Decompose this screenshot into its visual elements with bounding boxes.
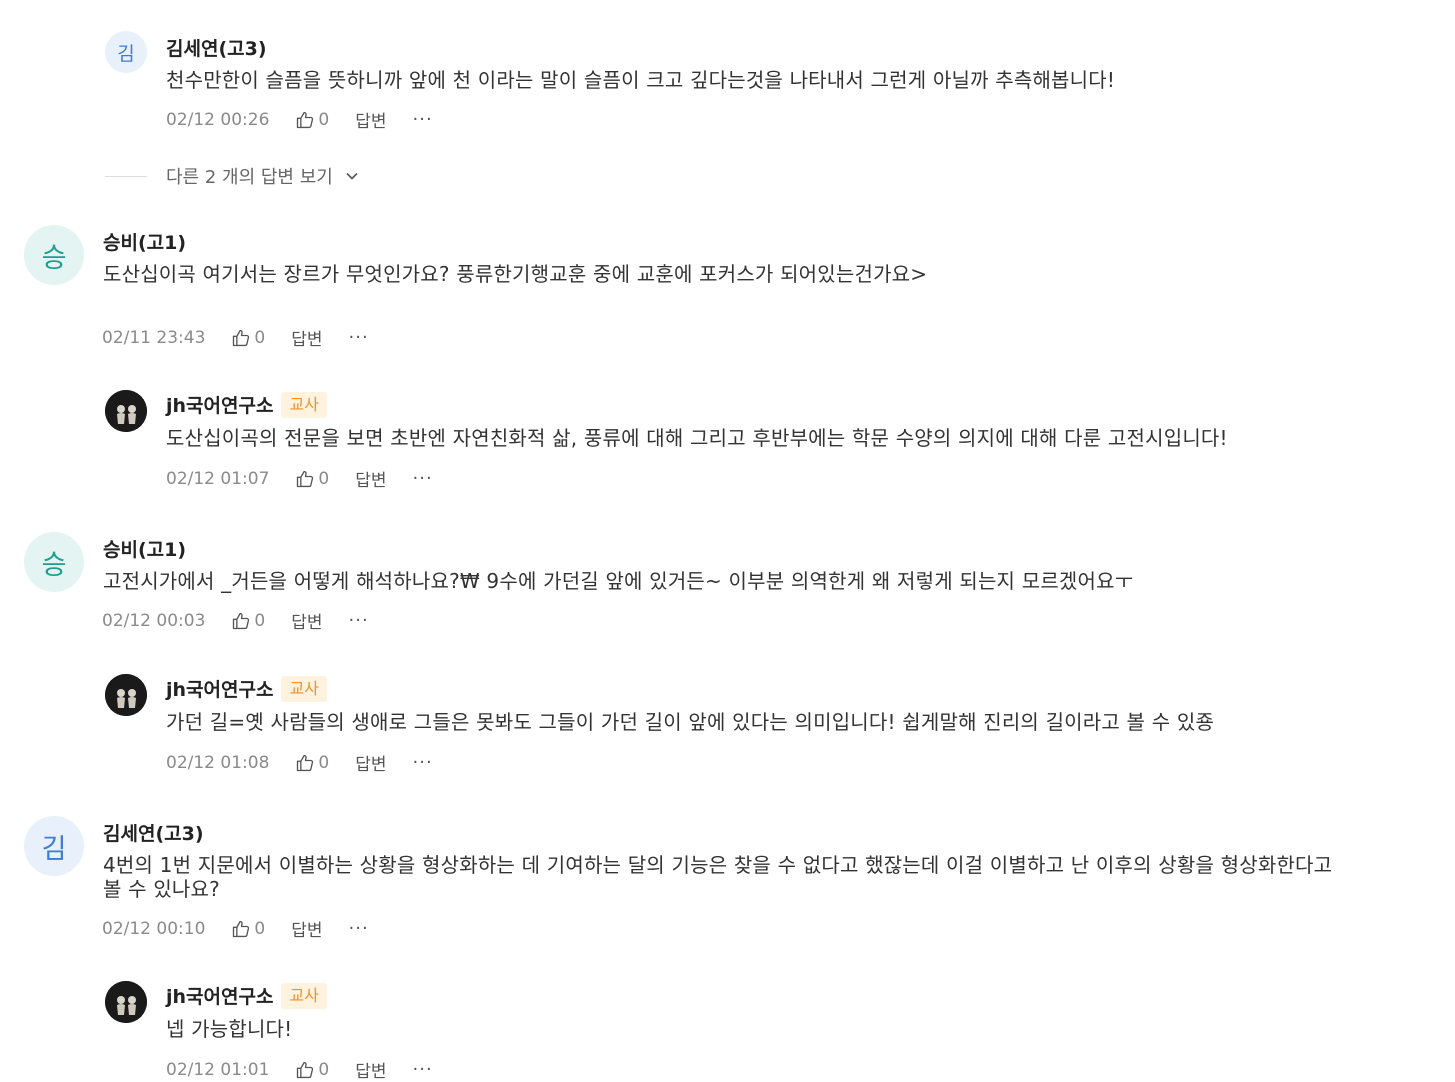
avatar[interactable]: 김 <box>105 31 147 73</box>
comment-text: 도산십이곡 여기서는 장르가 무엇인가요? 풍류한기행교훈 중에 교훈에 포커스… <box>103 262 928 286</box>
avatar[interactable]: 승 <box>24 225 84 285</box>
comment-date: 02/11 23:43 <box>102 327 206 348</box>
comment-date: 02/12 00:26 <box>166 109 270 130</box>
comment-date: 02/12 01:07 <box>166 468 270 489</box>
like-button[interactable]: 0 <box>231 611 265 631</box>
more-options-button[interactable]: ··· <box>349 610 369 631</box>
like-button[interactable]: 0 <box>231 919 265 939</box>
comment-text: 천수만한이 슬픔을 뜻하니까 앞에 천 이라는 말이 슬픔이 크고 깊다는것을 … <box>166 68 1116 92</box>
profile-photo-icon <box>105 390 147 432</box>
author-name[interactable]: 승비(고1) <box>103 228 186 255</box>
thumbs-up-icon <box>297 470 314 487</box>
like-button[interactable]: 0 <box>231 328 265 348</box>
more-options-button[interactable]: ··· <box>413 468 433 489</box>
comment-meta: 02/12 00:26 0 답변 ··· <box>166 107 433 132</box>
comment-meta: 02/12 01:07 0 답변 ··· <box>166 466 433 491</box>
comment-meta: 02/12 00:10 0 답변 ··· <box>102 916 369 941</box>
profile-photo-icon <box>105 981 147 1023</box>
comment-date: 02/12 00:10 <box>102 918 206 939</box>
comment-meta: 02/12 00:03 0 답변 ··· <box>102 608 369 633</box>
reply-button[interactable]: 답변 <box>355 466 386 491</box>
author-name[interactable]: jh국어연구소 교사 <box>166 675 327 702</box>
like-count: 0 <box>254 327 266 348</box>
teacher-badge: 교사 <box>281 675 327 702</box>
more-options-button[interactable]: ··· <box>349 918 369 939</box>
reply-button[interactable]: 답변 <box>355 107 386 132</box>
reply-button[interactable]: 답변 <box>291 916 322 941</box>
like-button[interactable]: 0 <box>295 1060 329 1080</box>
comment-meta: 02/12 01:08 0 답변 ··· <box>166 750 433 775</box>
like-button[interactable]: 0 <box>295 110 329 130</box>
more-options-button[interactable]: ··· <box>349 327 369 348</box>
like-count: 0 <box>318 109 330 130</box>
like-count: 0 <box>318 468 330 489</box>
author-name[interactable]: 김세연(고3) <box>166 34 267 61</box>
author-name-text: jh국어연구소 <box>166 986 274 1008</box>
comment-date: 02/12 00:03 <box>102 610 206 631</box>
avatar[interactable] <box>105 981 147 1023</box>
like-count: 0 <box>318 752 330 773</box>
more-options-button[interactable]: ··· <box>413 1059 433 1080</box>
avatar[interactable]: 김 <box>24 816 84 876</box>
reply-button[interactable]: 답변 <box>291 608 322 633</box>
avatar[interactable]: 승 <box>24 532 84 592</box>
author-name[interactable]: 승비(고1) <box>103 535 186 562</box>
comment-text: 도산십이곡의 전문을 보면 초반엔 자연친화적 삶, 풍류에 대해 그리고 후반… <box>166 426 1228 450</box>
like-count: 0 <box>254 918 266 939</box>
avatar[interactable] <box>105 390 147 432</box>
comment-text-line-2: 볼 수 있나요? <box>103 877 220 901</box>
author-name-text: jh국어연구소 <box>166 395 274 417</box>
comment-date: 02/12 01:01 <box>166 1059 270 1080</box>
author-name-text: jh국어연구소 <box>166 679 274 701</box>
teacher-badge: 교사 <box>281 391 327 418</box>
more-options-button[interactable]: ··· <box>413 109 433 130</box>
chevron-down-icon <box>346 172 358 180</box>
divider <box>105 175 147 177</box>
more-options-button[interactable]: ··· <box>413 752 433 773</box>
author-name[interactable]: jh국어연구소 교사 <box>166 391 327 418</box>
author-name[interactable]: jh국어연구소 교사 <box>166 982 327 1009</box>
like-button[interactable]: 0 <box>295 469 329 489</box>
reply-button[interactable]: 답변 <box>291 325 322 350</box>
like-count: 0 <box>254 610 266 631</box>
reply-button[interactable]: 답변 <box>355 750 386 775</box>
teacher-badge: 교사 <box>281 982 327 1009</box>
thumbs-up-icon <box>297 754 314 771</box>
comment-text-line-1: 4번의 1번 지문에서 이별하는 상황을 형상화하는 데 기여하는 달의 기능은… <box>103 853 1333 877</box>
comment-meta: 02/12 01:01 0 답변 ··· <box>166 1057 433 1082</box>
profile-photo-icon <box>105 674 147 716</box>
thumbs-up-icon <box>297 111 314 128</box>
show-more-replies-button[interactable]: 다른 2 개의 답변 보기 <box>105 163 359 189</box>
like-button[interactable]: 0 <box>295 753 329 773</box>
like-count: 0 <box>318 1059 330 1080</box>
thumbs-up-icon <box>297 1061 314 1078</box>
comment-text: 가던 길=옛 사람들의 생애로 그들은 못봐도 그들이 가던 길이 앞에 있다는… <box>166 710 1215 734</box>
comment-text: 고전시가에서 _거든을 어떻게 해석하나요?₩ 9수에 가던길 앞에 있거든~ … <box>103 569 1134 593</box>
comment-date: 02/12 01:08 <box>166 752 270 773</box>
more-replies-label: 다른 2 개의 답변 보기 <box>166 167 333 188</box>
thumbs-up-icon <box>233 329 250 346</box>
thumbs-up-icon <box>233 920 250 937</box>
comment-text: 넵 가능합니다! <box>166 1017 293 1041</box>
author-name[interactable]: 김세연(고3) <box>103 819 204 846</box>
comment-meta: 02/11 23:43 0 답변 ··· <box>102 325 369 350</box>
thumbs-up-icon <box>233 612 250 629</box>
avatar[interactable] <box>105 674 147 716</box>
reply-button[interactable]: 답변 <box>355 1057 386 1082</box>
